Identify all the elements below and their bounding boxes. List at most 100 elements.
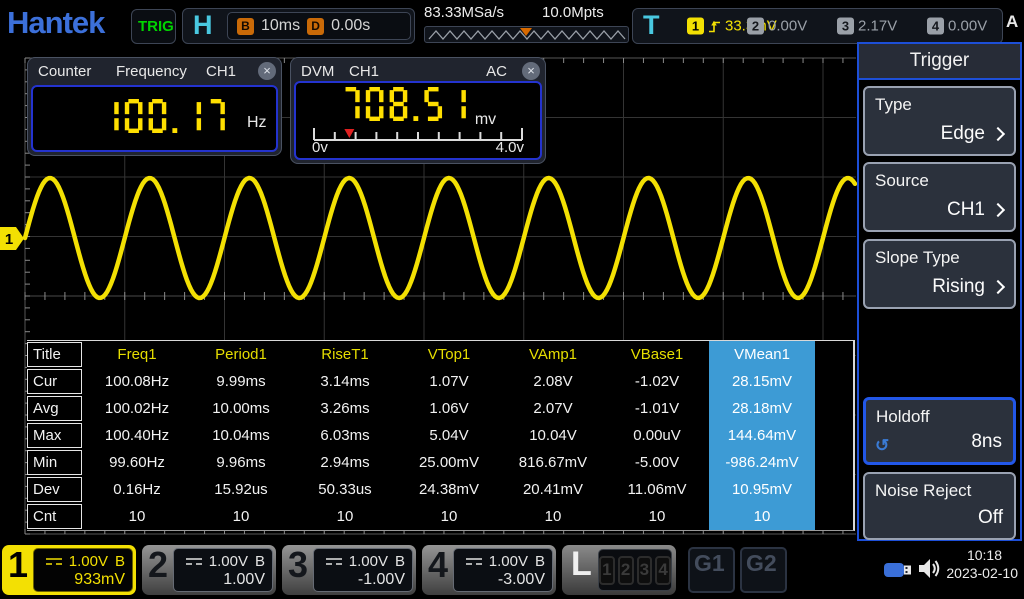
- counter-source: CH1: [206, 63, 236, 80]
- channel1-position-marker[interactable]: 1: [0, 227, 24, 250]
- dvm-source: CH1: [349, 63, 379, 80]
- logic-label: L: [571, 545, 592, 584]
- table-row-label: Max: [27, 423, 82, 448]
- table-cell: 10: [501, 503, 605, 530]
- logic-analyzer-button[interactable]: L 1234: [562, 545, 676, 595]
- dvm-reading: [340, 87, 472, 126]
- trig-status-button[interactable]: TRIG: [131, 9, 176, 44]
- dvm-close-icon[interactable]: ×: [522, 62, 540, 80]
- channel-4-button[interactable]: 4 1.00V B -3.00V: [422, 545, 556, 595]
- brand-logo: Hantek: [7, 5, 104, 41]
- measurement-table: TitleFreq1Period1RiseT1VTop1VAmp1VBase1V…: [27, 340, 855, 531]
- table-cell: 25.00mV: [397, 449, 501, 476]
- channel-readout: 1.00V B 933mV: [33, 548, 133, 592]
- channel-offset: 933mV: [74, 571, 125, 589]
- trigger-settings-box[interactable]: T 1 33.3mV2 0.00V3 2.17V4 0.00V: [632, 8, 1003, 44]
- table-cell: 1.07V: [397, 368, 501, 395]
- table-row-label: Min: [27, 450, 82, 475]
- table-cell: 2.94ms: [293, 449, 397, 476]
- table-cell: 1.06V: [397, 395, 501, 422]
- trigger-level-readouts: 1 33.3mV2 0.00V3 2.17V4 0.00V: [673, 9, 998, 43]
- memory-depth: 10.0Mpts: [542, 4, 604, 21]
- table-header: Period1: [189, 341, 293, 368]
- menu-item-label: Type: [875, 95, 912, 115]
- dvm-panel: DVM CH1 AC × mv 0v 4.0v: [290, 57, 546, 164]
- table-cell: 816.67mV: [501, 449, 605, 476]
- menu-item-value: Edge: [941, 123, 1003, 145]
- counter-mode: Frequency: [116, 63, 187, 80]
- channel-readout: 1.00V B 1.00V: [173, 548, 273, 592]
- table-cell: -986.24mV: [709, 449, 815, 476]
- table-cell: 50.33us: [293, 476, 397, 503]
- table-header: RiseT1: [293, 341, 397, 368]
- table-cell: 20.41mV: [501, 476, 605, 503]
- table-cell: 3.26ms: [293, 395, 397, 422]
- dc-coupling-icon: [46, 558, 62, 565]
- channel-3-button[interactable]: 3 1.00V B -1.00V: [282, 545, 416, 595]
- svg-text:1: 1: [5, 231, 13, 248]
- menu-item-label: Holdoff: [876, 407, 930, 427]
- menu-item-type[interactable]: Type Edge: [863, 86, 1016, 156]
- table-cell: 10: [293, 503, 397, 530]
- table-cell: 144.64mV: [709, 422, 815, 449]
- table-cell: 2.07V: [501, 395, 605, 422]
- trigger-level-value: 0.00V: [768, 18, 807, 35]
- channel-scale: 1.00V: [349, 553, 388, 570]
- channel-number: 4: [428, 544, 448, 586]
- table-header: VBase1: [605, 341, 709, 368]
- channel-bandwidth-flag: B: [255, 553, 265, 570]
- menu-item-source[interactable]: SourceCH1: [863, 162, 1016, 232]
- chevron-right-icon: [991, 280, 1005, 294]
- menu-item-label: Slope Type: [875, 248, 960, 268]
- acquisition-mode: A: [1006, 12, 1018, 32]
- table-cell: 10.04ms: [189, 422, 293, 449]
- table-cell: 6.03ms: [293, 422, 397, 449]
- channel-scale: 1.00V: [209, 553, 248, 570]
- table-header: VAmp1: [501, 341, 605, 368]
- channel-bandwidth-flag: B: [115, 553, 125, 570]
- menu-item-slope-type[interactable]: Slope TypeRising: [863, 239, 1016, 309]
- counter-close-icon[interactable]: ×: [258, 62, 276, 80]
- table-cell: 10.00ms: [189, 395, 293, 422]
- menu-item-label: Source: [875, 171, 929, 191]
- dc-coupling-icon: [466, 558, 482, 565]
- horizontal-settings-box[interactable]: H B 10ms D 0.00s: [182, 8, 415, 44]
- timebase-badge: B: [237, 18, 254, 35]
- table-cell: 0.16Hz: [85, 476, 189, 503]
- dvm-scale-max: 4.0v: [496, 139, 524, 156]
- channel-2-button[interactable]: 2 1.00V B 1.00V: [142, 545, 276, 595]
- menu-item-holdoff[interactable]: Holdoff↺8ns: [863, 397, 1016, 465]
- channel-number: 3: [288, 544, 308, 586]
- clock-time: 10:18: [924, 546, 1018, 564]
- counter-unit: Hz: [247, 114, 267, 132]
- record-position-strip[interactable]: [424, 26, 629, 43]
- menu-item-noise-reject[interactable]: Noise RejectOff: [863, 472, 1016, 540]
- table-cell: 100.02Hz: [85, 395, 189, 422]
- logic-bit-4: 4: [655, 556, 671, 585]
- group-button-g1[interactable]: G1: [688, 547, 735, 593]
- table-row-label: Dev: [27, 477, 82, 502]
- group-button-g2[interactable]: G2: [740, 547, 787, 593]
- delay-badge: D: [307, 18, 324, 35]
- dvm-display: mv 0v 4.0v: [294, 81, 542, 160]
- dc-coupling-icon: [326, 558, 342, 565]
- bottom-status-bar: 1 1.00V B 933mV 2 1.00V B 1.00V 3: [0, 541, 1024, 599]
- table-cell: 9.96ms: [189, 449, 293, 476]
- table-cell: 10: [189, 503, 293, 530]
- table-header: VTop1: [397, 341, 501, 368]
- trigger-menu: Trigger TypeEdgeSourceCH1Slope TypeRisin…: [857, 42, 1022, 541]
- table-cell: 2.08V: [501, 368, 605, 395]
- channel-bandwidth-flag: B: [535, 553, 545, 570]
- table-cell: 10: [85, 503, 189, 530]
- table-cell: 28.15mV: [709, 368, 815, 395]
- channel-offset: -1.00V: [358, 571, 405, 589]
- usb-icon: [884, 562, 914, 578]
- channel-number: 2: [148, 544, 168, 586]
- channel-1-button[interactable]: 1 1.00V B 933mV: [2, 545, 136, 595]
- table-cell: 10: [397, 503, 501, 530]
- dvm-coupling: AC: [486, 63, 507, 80]
- counter-reading: [99, 99, 231, 138]
- trigger-icon: T: [643, 10, 660, 41]
- chevron-right-icon: [991, 127, 1005, 141]
- knob-icon: ↺: [875, 436, 889, 456]
